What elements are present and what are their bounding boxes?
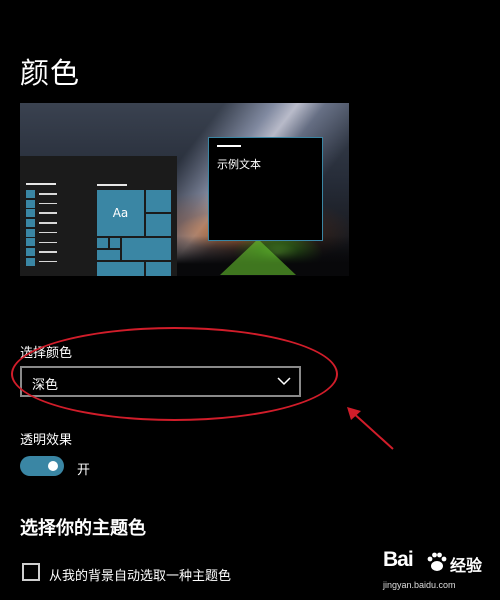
preview-start-menu-header-line bbox=[26, 183, 56, 185]
preview-tent bbox=[220, 239, 296, 275]
watermark-brand-suffix: 经验 bbox=[450, 558, 483, 575]
annotation-arrow-icon bbox=[347, 407, 394, 450]
theme-preview: Aa 示例文本 bbox=[20, 103, 349, 276]
preview-tile bbox=[146, 262, 171, 276]
preview-tile bbox=[146, 214, 171, 236]
preview-app-row bbox=[26, 237, 57, 247]
preview-tile-aa: Aa bbox=[97, 190, 144, 236]
preview-tile bbox=[97, 250, 120, 260]
transparency-toggle[interactable] bbox=[20, 456, 64, 476]
preview-tiles: Aa bbox=[97, 190, 171, 276]
preview-tile bbox=[122, 238, 171, 260]
transparency-label: 透明效果 bbox=[20, 433, 73, 448]
watermark-brand: Bai bbox=[383, 548, 414, 571]
baidu-jingyan-watermark: Bai 经验 jingyan.baidu.com bbox=[377, 548, 497, 598]
transparency-state-text: 开 bbox=[77, 463, 91, 478]
paw-icon bbox=[427, 552, 447, 571]
preview-tile bbox=[97, 238, 108, 248]
preview-app-row bbox=[26, 208, 57, 218]
annotation-highlight-ellipse bbox=[11, 327, 338, 421]
accent-section-title: 选择你的主题色 bbox=[20, 518, 146, 539]
toggle-knob bbox=[48, 461, 58, 471]
preview-app-row bbox=[26, 189, 57, 199]
preview-tile bbox=[110, 238, 120, 248]
watermark-url: jingyan.baidu.com bbox=[383, 580, 456, 590]
auto-accent-checkbox[interactable] bbox=[22, 563, 40, 581]
page-title: 颜色 bbox=[20, 56, 81, 90]
preview-tiles-header-line bbox=[97, 184, 127, 186]
preview-app-row bbox=[26, 228, 57, 238]
preview-start-menu: Aa bbox=[20, 156, 177, 276]
preview-tile bbox=[97, 262, 144, 276]
preview-text-window: 示例文本 bbox=[208, 137, 323, 241]
preview-app-row bbox=[26, 247, 57, 257]
preview-app-row bbox=[26, 257, 57, 267]
preview-app-list bbox=[26, 189, 57, 267]
preview-tile bbox=[146, 190, 171, 212]
preview-window-title-line bbox=[217, 145, 241, 147]
preview-app-row bbox=[26, 218, 57, 228]
preview-app-row bbox=[26, 199, 57, 209]
preview-sample-text: 示例文本 bbox=[217, 158, 261, 171]
auto-accent-checkbox-label[interactable]: 从我的背景自动选取一种主题色 bbox=[49, 565, 231, 584]
